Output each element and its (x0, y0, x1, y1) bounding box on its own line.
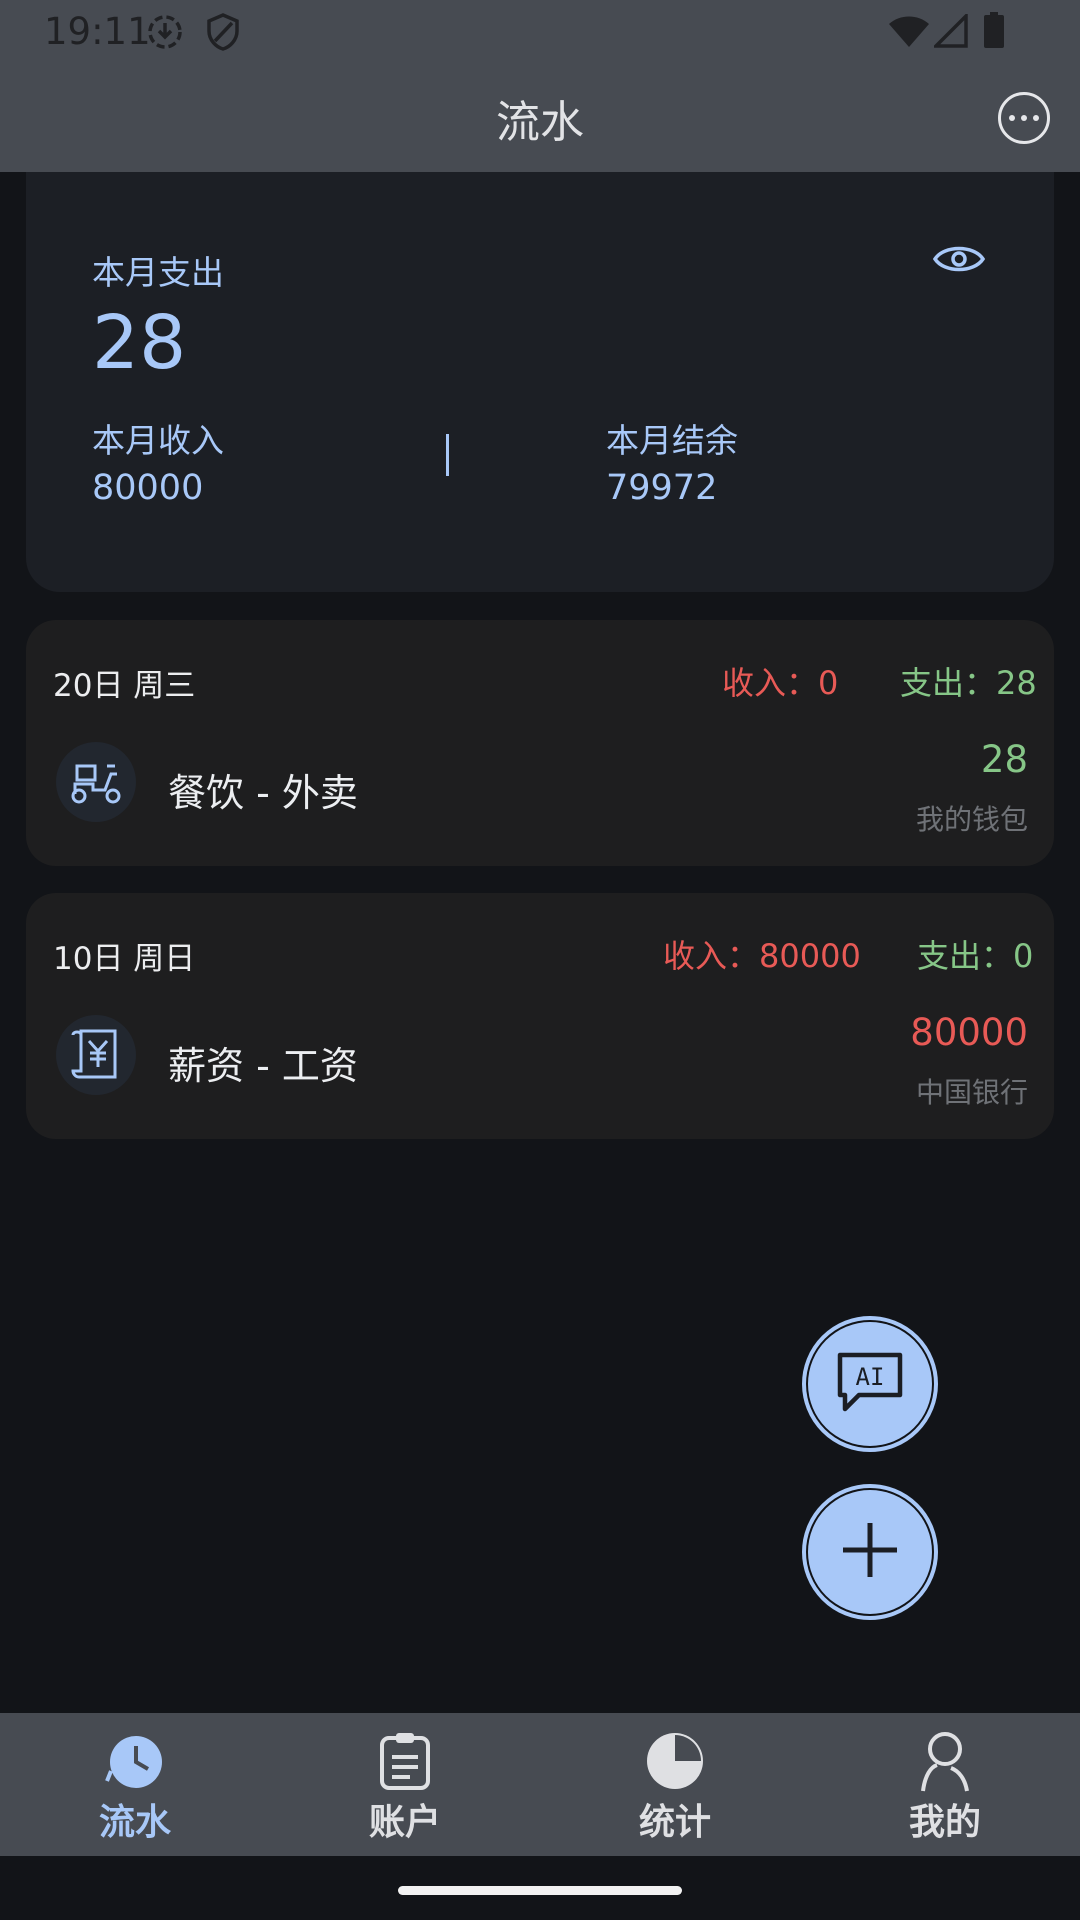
nav-label: 流水 (98, 1802, 171, 1843)
shield-status-icon (206, 12, 240, 56)
day-income: 收入：80000 (663, 937, 861, 975)
more-dot (1021, 115, 1027, 121)
home-gesture-handle[interactable] (398, 1886, 682, 1895)
wifi-icon (888, 14, 930, 52)
transaction-title: 餐饮 - 外卖 (168, 771, 358, 815)
day-card: 10日 周日 收入：80000 支出：0 薪资 - 工资 80000 中国银行 (26, 893, 1054, 1139)
signal-icon (931, 11, 968, 52)
more-dots-icon (1009, 115, 1015, 121)
pie-chart-icon (540, 1731, 810, 1791)
transaction-amount: 80000 (910, 1011, 1028, 1054)
day-date: 10日 周日 (53, 941, 196, 977)
person-icon (810, 1731, 1080, 1793)
download-status-icon (146, 13, 184, 55)
day-expense: 支出：0 (917, 937, 1034, 975)
transaction-title: 薪资 - 工资 (168, 1044, 358, 1088)
day-date: 20日 周三 (53, 668, 196, 704)
ai-assistant-button[interactable]: AI (802, 1316, 938, 1452)
nav-item-flow[interactable]: 流水 (0, 1713, 270, 1856)
nav-item-accounts[interactable]: 账户 (270, 1713, 540, 1856)
app-bar: 流水 (0, 62, 1080, 172)
income-label: 本月收入 (92, 421, 224, 460)
gesture-bar (0, 1856, 1080, 1920)
scooter-icon (56, 742, 136, 822)
expense-value: 28 (92, 300, 187, 386)
expense-label: 本月支出 (92, 253, 224, 292)
summary-divider (446, 434, 449, 476)
more-dot (1033, 115, 1039, 121)
day-income: 收入：0 (722, 664, 839, 702)
transaction-account: 中国银行 (915, 1076, 1028, 1109)
transaction-account: 我的钱包 (915, 803, 1028, 836)
page-title: 流水 (496, 97, 584, 148)
status-bar: 19:11 (0, 0, 1080, 62)
monthly-summary-card: 本月支出 28 本月收入 80000 本月结余 79972 (26, 172, 1054, 592)
status-time: 19:11 (44, 10, 151, 53)
ai-button-face: AI (808, 1322, 932, 1446)
nav-label: 统计 (638, 1802, 711, 1843)
nav-label: 账户 (368, 1802, 441, 1843)
nav-item-stats[interactable]: 统计 (540, 1713, 810, 1856)
transaction-amount: 28 (980, 738, 1028, 781)
balance-value: 79972 (606, 468, 718, 508)
nav-item-profile[interactable]: 我的 (810, 1713, 1080, 1856)
day-card: 20日 周三 收入：0 支出：28 餐饮 - 外卖 28 我的钱包 (26, 620, 1054, 866)
nav-label: 我的 (908, 1802, 981, 1843)
eye-toggle-icon[interactable] (932, 242, 986, 280)
add-button-face (808, 1490, 932, 1614)
more-options-button[interactable] (998, 92, 1050, 144)
income-value: 80000 (92, 468, 204, 508)
plus-icon (841, 1521, 899, 1583)
add-transaction-button[interactable] (802, 1484, 938, 1620)
day-expense: 支出：28 (900, 664, 1037, 702)
ai-chat-icon: AI (835, 1351, 905, 1417)
clipboard-icon (270, 1731, 540, 1791)
balance-label: 本月结余 (606, 421, 738, 460)
battery-icon (984, 12, 1004, 52)
svg-text:AI: AI (856, 1363, 885, 1391)
clock-icon (0, 1731, 270, 1791)
bottom-navigation: 流水 账户 统计 我的 (0, 1713, 1080, 1856)
yuan-receipt-icon (56, 1015, 136, 1095)
